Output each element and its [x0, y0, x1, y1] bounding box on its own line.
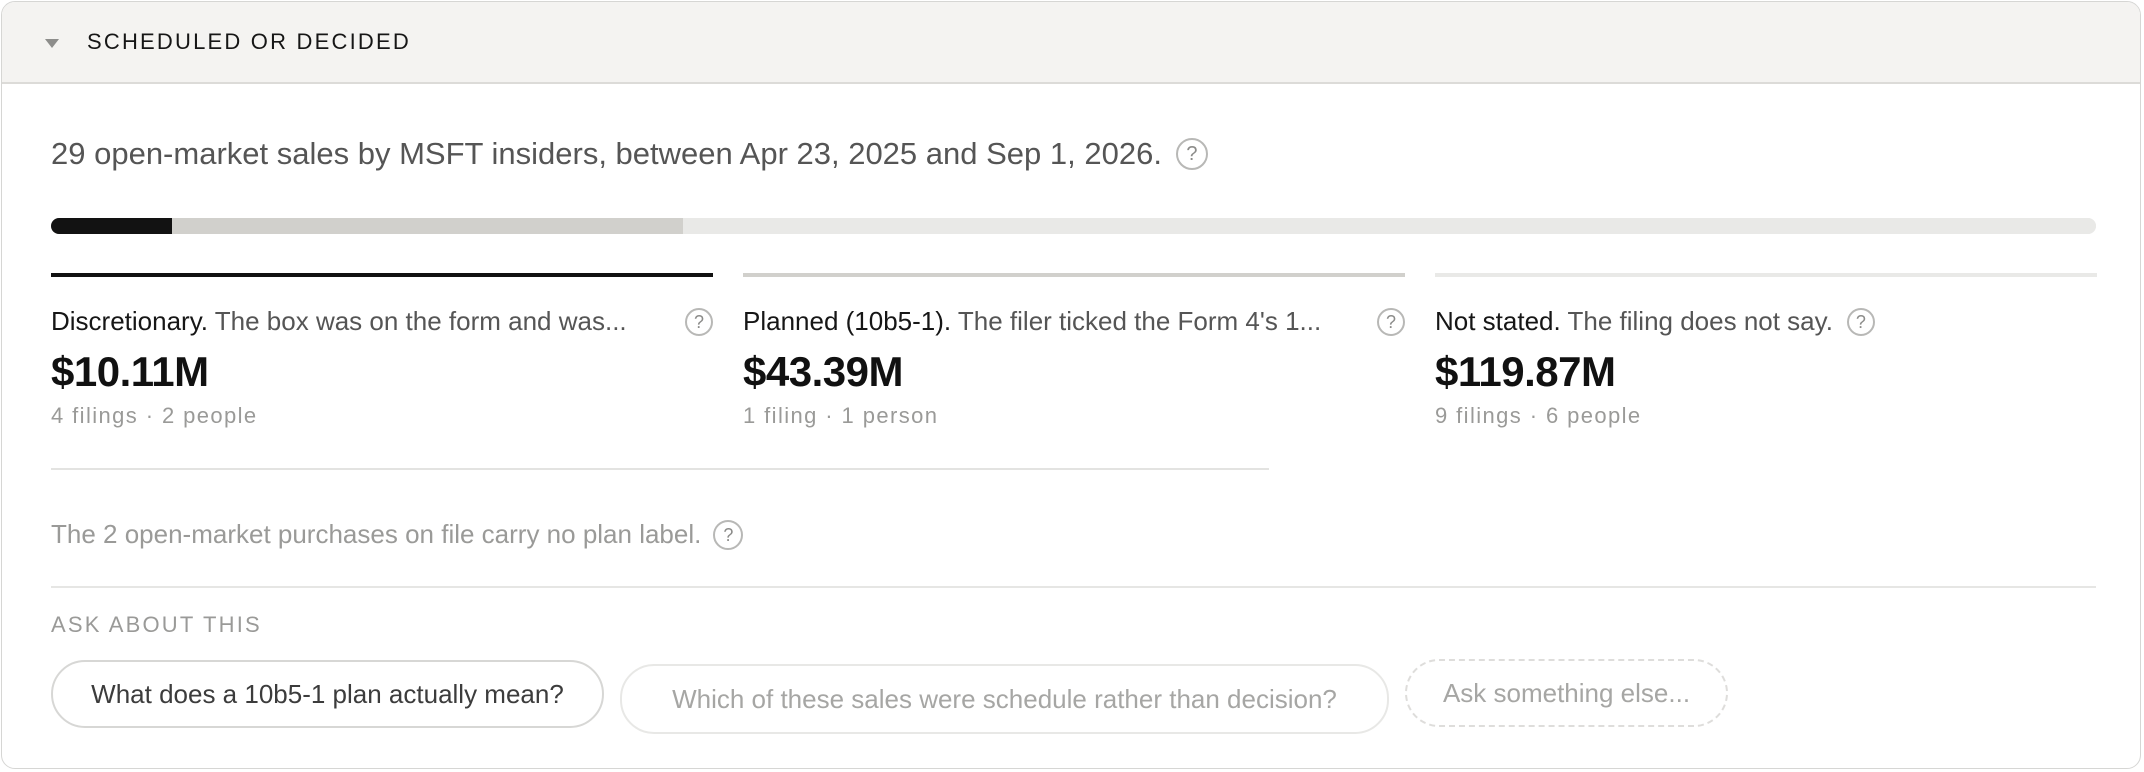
summary-text: 29 open-market sales by MSFT insiders, b… — [51, 136, 1162, 171]
scheduled-or-decided-card: SCHEDULED OR DECIDED 29 open-market sale… — [1, 1, 2141, 769]
suggestion-chip[interactable]: What does a 10b5-1 plan actually mean? — [51, 660, 604, 728]
bar-segment-not-stated — [682, 218, 2096, 234]
category-amount: $119.87M — [1435, 348, 1616, 395]
ask-heading: ASK ABOUT THIS — [51, 612, 262, 637]
help-icon[interactable]: ? — [1175, 138, 1208, 170]
summary-line: 29 open-market sales by MSFT insiders, b… — [51, 136, 1208, 172]
category-meta: 9 filings · 6 people — [1435, 403, 1642, 428]
category-rule — [1435, 273, 2097, 277]
category-amount: $10.11M — [51, 348, 209, 395]
divider — [51, 586, 2096, 588]
category-label-row: Discretionary. The box was on the form a… — [51, 306, 713, 337]
category-not-stated: Not stated. The filing does not say. ? $… — [1435, 273, 2097, 443]
category-meta: 4 filings · 2 people — [51, 403, 258, 428]
category-label-row: Planned (10b5-1). The filer ticked the F… — [743, 306, 1405, 337]
category-label: Discretionary. The box was on the form a… — [51, 306, 671, 337]
breakdown-bar — [51, 218, 2096, 234]
section-header[interactable]: SCHEDULED OR DECIDED — [2, 2, 2140, 84]
category-description: The box was on the form and was... — [208, 306, 627, 336]
purchases-note: The 2 open-market purchases on file carr… — [51, 519, 744, 550]
category-name: Planned (10b5-1). — [743, 306, 952, 336]
section-title: SCHEDULED OR DECIDED — [87, 29, 411, 54]
category-rule — [51, 273, 713, 277]
category-description: The filer ticked the Form 4's 1... — [951, 306, 1322, 336]
category-planned: Planned (10b5-1). The filer ticked the F… — [743, 273, 1405, 443]
help-icon[interactable]: ? — [685, 307, 713, 336]
ask-input[interactable]: Ask something else... — [1405, 659, 1728, 727]
category-label: Planned (10b5-1). The filer ticked the F… — [743, 306, 1363, 337]
category-name: Not stated. — [1435, 306, 1561, 336]
help-icon[interactable]: ? — [1377, 307, 1405, 336]
category-meta: 1 filing · 1 person — [743, 403, 939, 428]
category-amount: $43.39M — [743, 348, 903, 395]
divider — [51, 468, 1269, 470]
category-name: Discretionary. — [51, 306, 209, 336]
category-label-row: Not stated. The filing does not say. ? — [1435, 306, 1875, 337]
caret-down-icon[interactable] — [45, 39, 59, 48]
category-label: Not stated. The filing does not say. — [1435, 306, 1833, 337]
category-discretionary: Discretionary. The box was on the form a… — [51, 273, 713, 443]
category-description: The filing does not say. — [1560, 306, 1833, 336]
category-rule — [743, 273, 1405, 277]
help-icon[interactable]: ? — [1846, 307, 1875, 336]
bar-segment-planned — [171, 218, 683, 234]
bar-segment-discretionary — [51, 218, 172, 234]
suggestion-chip[interactable]: Which of these sales were schedule rathe… — [620, 664, 1389, 734]
purchases-note-text: The 2 open-market purchases on file carr… — [51, 519, 702, 549]
help-icon[interactable]: ? — [713, 519, 744, 550]
